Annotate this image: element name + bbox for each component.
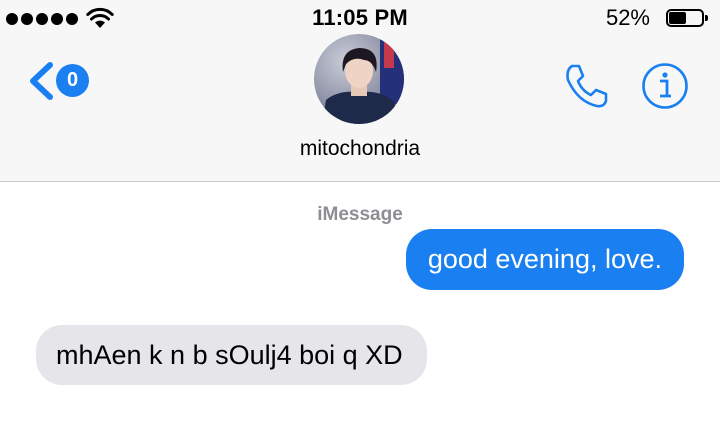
back-chevron-icon	[30, 62, 53, 100]
battery-percent: 52%	[605, 5, 650, 30]
avatar-photo	[314, 34, 404, 124]
info-icon[interactable]	[640, 61, 690, 111]
status-bar: 11:05 PM 52%	[0, 0, 720, 38]
service-label: iMessage	[317, 204, 403, 225]
incoming-message-bubble[interactable]: mhAen k n b sOulj4 boi q XD	[36, 325, 427, 385]
outgoing-message-bubble[interactable]: good evening, love.	[405, 229, 684, 290]
phone-icon[interactable]	[560, 60, 612, 112]
back-button[interactable]: 0	[26, 57, 96, 105]
unread-badge: 0	[56, 64, 89, 97]
conversation-header: 11:05 PM 52% 0 mitochondria	[0, 0, 720, 182]
battery-icon	[666, 9, 708, 27]
contact-name[interactable]: mitochondria	[0, 137, 720, 161]
contact-avatar[interactable]	[314, 34, 404, 124]
